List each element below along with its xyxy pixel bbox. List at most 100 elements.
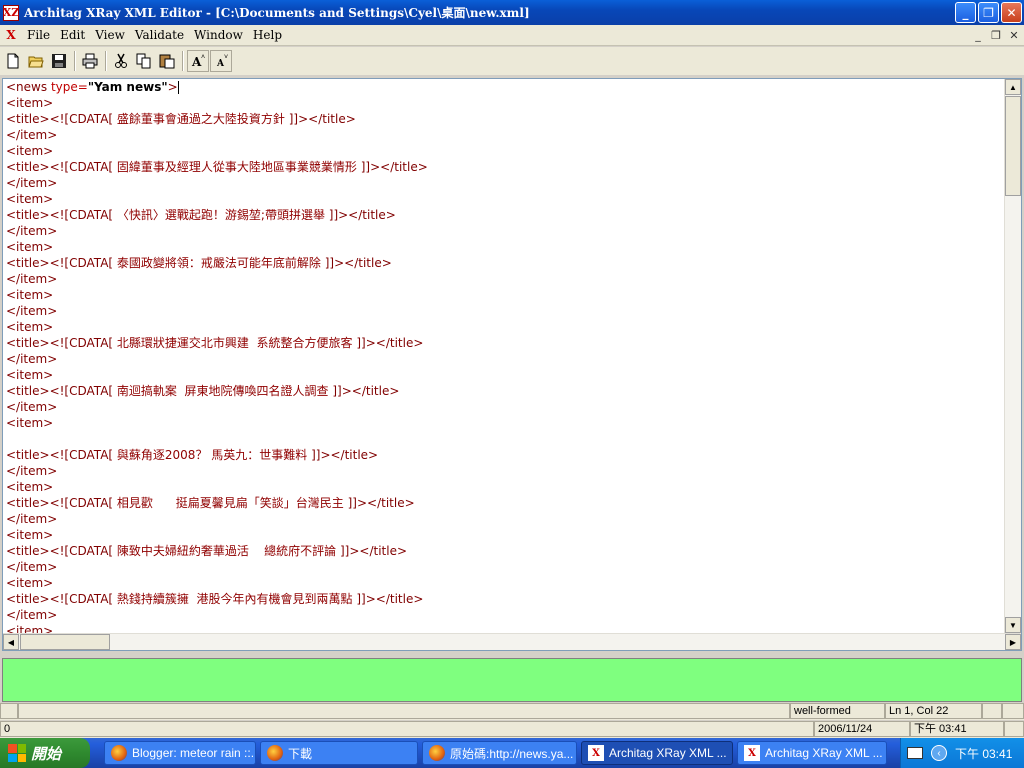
firefox-icon (267, 745, 283, 761)
status-bar: well-formed Ln 1, Col 22 (0, 703, 1024, 720)
horizontal-scrollbar[interactable]: ◀ ▶ (3, 633, 1021, 650)
document-icon[interactable]: X (3, 27, 19, 43)
vertical-scroll-thumb[interactable] (1005, 96, 1021, 196)
code-line[interactable]: </item> (6, 511, 1003, 527)
task-button-xray[interactable]: X Architag XRay XML ... (737, 741, 887, 765)
scroll-up-icon[interactable]: ▲ (1005, 79, 1021, 95)
svg-text:˄: ˄ (201, 54, 205, 61)
cdata-text: 泰國政變將領：戒嚴法可能年底前解除 (116, 256, 321, 270)
svg-text:˅: ˅ (224, 54, 228, 61)
copy-button[interactable] (133, 50, 155, 72)
code-line[interactable]: <news type="Yam news"> (6, 79, 1003, 95)
task-button-download[interactable]: 下載 (260, 741, 418, 765)
xml-tag: <title><![CDATA[ (6, 112, 117, 126)
menu-view[interactable]: View (90, 28, 130, 42)
keyboard-icon[interactable] (907, 747, 923, 759)
code-line[interactable]: </item> (6, 127, 1003, 143)
save-button[interactable] (48, 50, 70, 72)
open-button[interactable] (25, 50, 47, 72)
task-button-source[interactable]: 原始碼:http://news.ya... (422, 741, 577, 765)
code-line[interactable]: <title><![CDATA[ 陳致中夫婦紐約奢華過活 總統府不評論 ]]><… (6, 543, 1003, 559)
status-cell-empty (1004, 721, 1024, 737)
scroll-left-icon[interactable]: ◀ (3, 634, 19, 650)
maximize-button[interactable]: ❐ (978, 2, 999, 23)
wellformed-status: well-formed (790, 703, 885, 719)
code-line[interactable]: <item> (6, 95, 1003, 111)
paste-button[interactable] (156, 50, 178, 72)
new-button[interactable] (2, 50, 24, 72)
code-line[interactable]: <title><![CDATA[ 〈快訊〉選戰起跑！游錫堃;帶頭拼選舉 ]]><… (6, 207, 1003, 223)
code-line[interactable]: <title><![CDATA[ 固緯董事及經理人從事大陸地區事業競業情形 ]]… (6, 159, 1003, 175)
code-line[interactable]: <title><![CDATA[ 相見歡 挺扁夏馨見扁「笑談」台灣民主 ]]><… (6, 495, 1003, 511)
code-line[interactable]: </item> (6, 303, 1003, 319)
code-line[interactable]: <title><![CDATA[ 北縣環狀捷運交北市興建 系統整合方便旅客 ]]… (6, 335, 1003, 351)
code-line[interactable]: <item> (6, 143, 1003, 159)
code-line[interactable]: </item> (6, 223, 1003, 239)
status-cell-empty (0, 703, 18, 719)
horizontal-scroll-thumb[interactable] (20, 634, 110, 650)
start-button[interactable]: 開始 (0, 738, 90, 768)
menu-validate[interactable]: Validate (130, 28, 189, 42)
mdi-close-icon[interactable]: ✕ (1006, 28, 1022, 42)
show-hidden-icons-icon[interactable]: ‹ (931, 745, 947, 761)
code-line[interactable]: <item> (6, 479, 1003, 495)
cdata-text: 固緯董事及經理人從事大陸地區事業競業情形 (116, 160, 357, 174)
title-bar[interactable]: XZ Architag XRay XML Editor - [C:\Docume… (0, 0, 1024, 25)
restore-icon: ❐ (983, 5, 994, 20)
code-line[interactable]: <item> (6, 367, 1003, 383)
code-line[interactable]: <item> (6, 239, 1003, 255)
code-line[interactable]: <title><![CDATA[ 盛餘董事會通過之大陸投資方針 ]]></tit… (6, 111, 1003, 127)
code-line[interactable]: </item> (6, 175, 1003, 191)
menu-file[interactable]: File (22, 28, 55, 42)
code-line[interactable]: <title><![CDATA[ 與蘇角逐2008？ 馬英九：世事難料 ]]><… (6, 447, 1003, 463)
code-line[interactable]: <item> (6, 319, 1003, 335)
code-line[interactable]: <item> (6, 623, 1003, 633)
code-line[interactable]: <item> (6, 287, 1003, 303)
code-line[interactable]: <item> (6, 415, 1003, 431)
scroll-down-icon[interactable]: ▼ (1005, 617, 1021, 633)
scroll-right-icon[interactable]: ▶ (1005, 634, 1021, 650)
code-line[interactable]: </item> (6, 271, 1003, 287)
code-line[interactable]: </item> (6, 559, 1003, 575)
code-line[interactable]: <title><![CDATA[ 南迴搞軌案 屏東地院傳喚四名證人調查 ]]><… (6, 383, 1003, 399)
cut-button[interactable] (110, 50, 132, 72)
code-line[interactable]: <item> (6, 527, 1003, 543)
code-line[interactable]: </item> (6, 463, 1003, 479)
menu-help[interactable]: Help (248, 28, 287, 42)
xml-editor[interactable]: <news type="Yam news"> <item> <title><![CD… (3, 79, 1003, 633)
font-smaller-button[interactable]: A ˅ (210, 50, 232, 72)
xml-tag: <title><![CDATA[ (6, 160, 117, 174)
validation-output-pane[interactable] (2, 658, 1022, 702)
paste-icon (159, 54, 175, 69)
menu-edit[interactable]: Edit (55, 28, 90, 42)
code-line[interactable]: <item> (6, 191, 1003, 207)
code-line[interactable] (6, 431, 1003, 447)
toolbar-separator (182, 51, 184, 71)
code-line[interactable]: </item> (6, 399, 1003, 415)
xray-icon: X (588, 745, 604, 761)
close-button[interactable]: ✕ (1001, 2, 1022, 23)
font-larger-button[interactable]: A ˄ (187, 50, 209, 72)
xml-tag: </item> (6, 272, 58, 286)
menu-window[interactable]: Window (189, 28, 248, 42)
xml-tag: ]]></title> (307, 448, 379, 462)
mdi-minimize-icon[interactable]: _ (970, 28, 986, 42)
code-line[interactable]: <title><![CDATA[ 泰國政變將領：戒嚴法可能年底前解除 ]]></… (6, 255, 1003, 271)
minimize-button[interactable]: _ (955, 2, 976, 23)
xml-tag: <title><![CDATA[ (6, 496, 117, 510)
mdi-restore-icon[interactable]: ❐ (988, 28, 1004, 42)
app-icon[interactable]: XZ (3, 4, 19, 21)
print-button[interactable] (79, 50, 101, 72)
code-line[interactable]: </item> (6, 351, 1003, 367)
code-line[interactable]: <title><![CDATA[ 熱錢持續簇擁 港股今年內有機會見到兩萬點 ]]… (6, 591, 1003, 607)
task-label: 下載 (288, 746, 313, 761)
task-button-xray-active[interactable]: X Architag XRay XML ... (581, 741, 733, 765)
task-button-blogger[interactable]: Blogger: meteor rain ::... (104, 741, 256, 765)
vertical-scrollbar[interactable]: ▲ ▼ (1004, 79, 1021, 633)
task-label: Blogger: meteor rain ::... (132, 746, 256, 760)
xml-tag: <item> (6, 416, 54, 430)
code-line[interactable]: </item> (6, 607, 1003, 623)
xml-tag: <item> (6, 144, 54, 158)
xml-tag: <item> (6, 624, 54, 633)
code-line[interactable]: <item> (6, 575, 1003, 591)
